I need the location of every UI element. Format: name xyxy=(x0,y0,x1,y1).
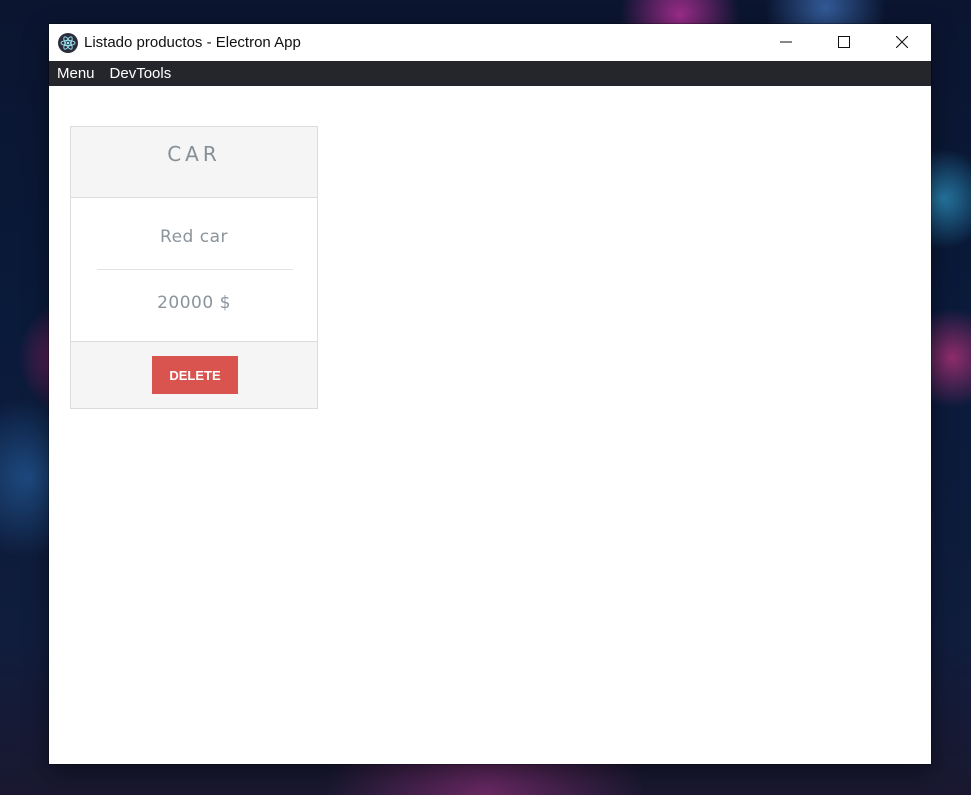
minimize-icon xyxy=(780,33,792,52)
delete-button[interactable]: DELETE xyxy=(152,356,238,394)
maximize-icon xyxy=(838,33,850,52)
product-list: CAR Red car 20000 $ DELETE xyxy=(49,86,931,764)
title-bar[interactable]: Listado productos - Electron App xyxy=(49,24,931,61)
product-card-body: Red car 20000 $ xyxy=(71,198,317,342)
window-title: Listado productos - Electron App xyxy=(84,34,301,51)
product-price: 20000 $ xyxy=(157,293,231,313)
minimize-button[interactable] xyxy=(757,24,815,61)
close-button[interactable] xyxy=(873,24,931,61)
product-card: CAR Red car 20000 $ DELETE xyxy=(70,126,318,409)
product-title: CAR xyxy=(167,142,221,166)
close-icon xyxy=(895,33,909,52)
product-card-footer: DELETE xyxy=(71,342,317,408)
window-controls xyxy=(757,24,931,61)
product-card-header: CAR xyxy=(71,127,317,198)
menu-bar: Menu DevTools xyxy=(49,61,931,86)
maximize-button[interactable] xyxy=(815,24,873,61)
product-description: Red car xyxy=(160,227,228,247)
menu-item-devtools[interactable]: DevTools xyxy=(110,61,172,86)
menu-item-menu[interactable]: Menu xyxy=(57,61,95,86)
electron-icon xyxy=(58,32,78,53)
app-window: Listado productos - Electron App Menu De… xyxy=(49,24,931,764)
card-divider xyxy=(97,269,293,270)
